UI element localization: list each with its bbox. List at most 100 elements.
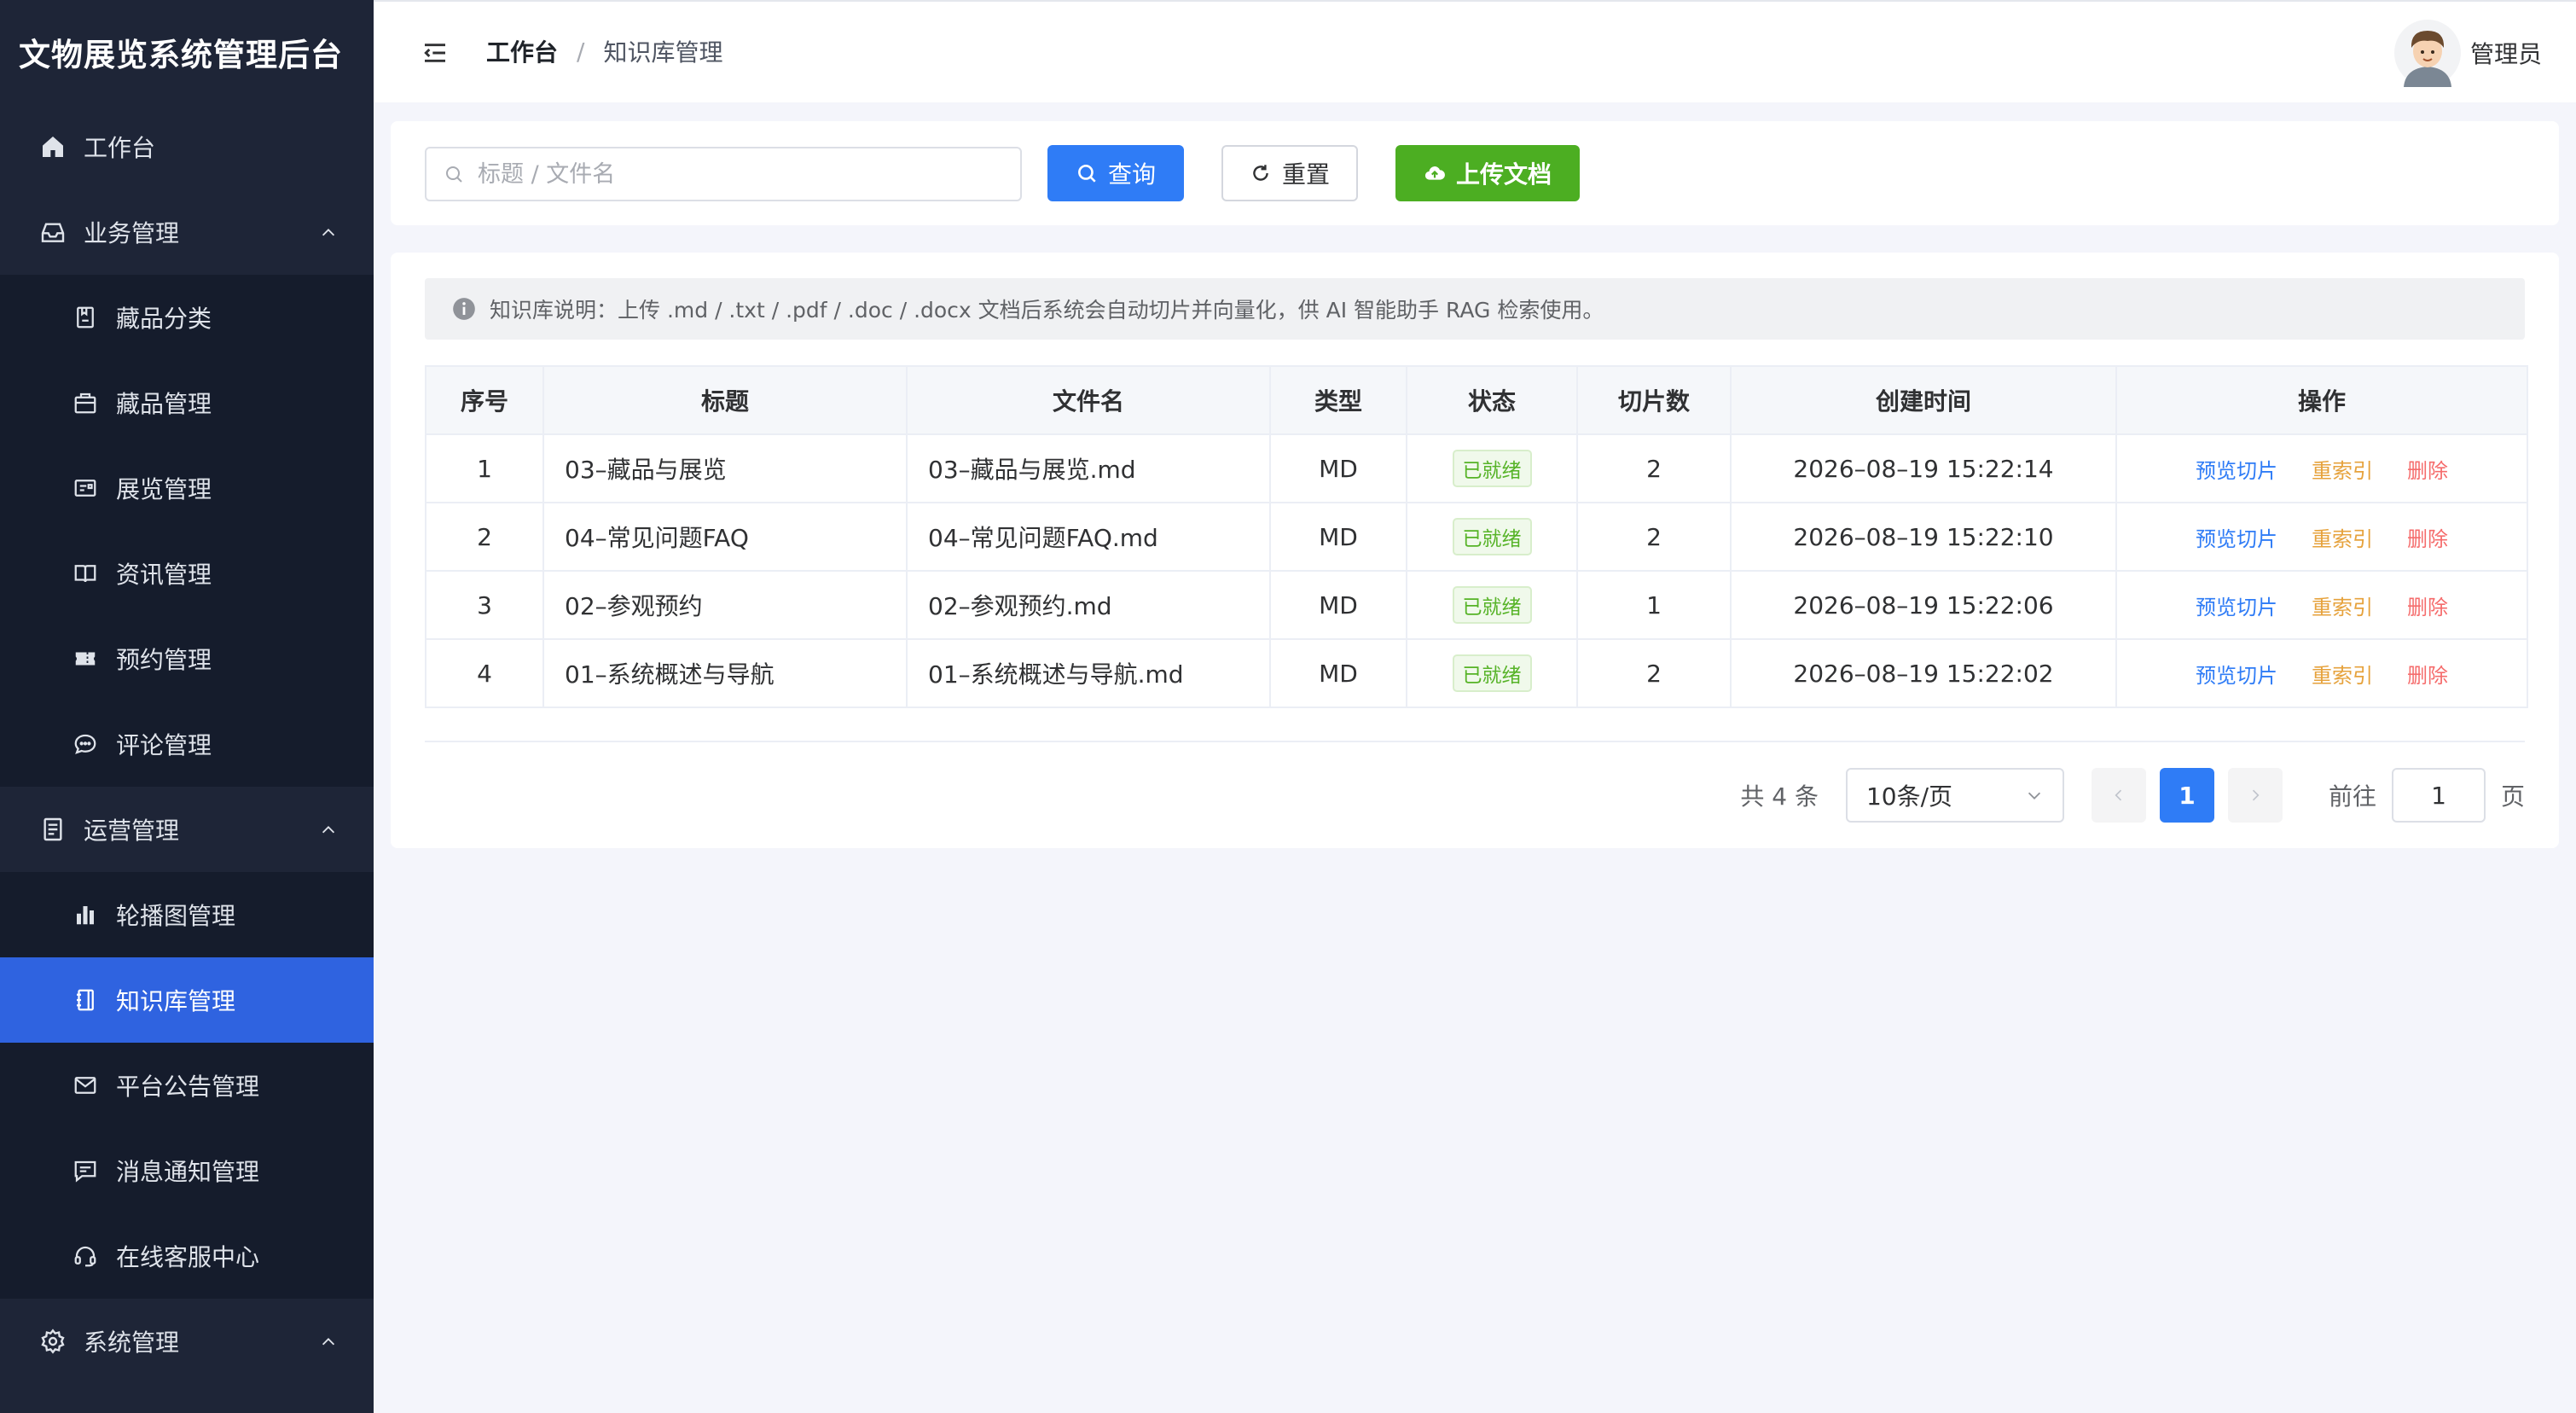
cell-created: 2026–08–19 15:22:10	[1730, 502, 2117, 572]
breadcrumb: 工作台 / 知识库管理	[486, 34, 722, 68]
upload-document-button[interactable]: 上传文档	[1395, 145, 1580, 201]
breadcrumb-home[interactable]: 工作台	[486, 34, 558, 68]
query-button-label: 查询	[1107, 160, 1156, 189]
column-header-created: 创建时间	[1730, 365, 2117, 435]
search-input[interactable]	[476, 160, 991, 189]
cell-status: 已就绪	[1406, 570, 1578, 640]
message-icon	[70, 1070, 101, 1101]
inbox-icon	[38, 217, 68, 247]
search-field[interactable]	[425, 147, 1022, 201]
cell-actions: 预览切片 重索引 删除	[2115, 502, 2528, 572]
delete-button[interactable]: 删除	[2407, 459, 2448, 483]
status-badge: 已就绪	[1452, 586, 1532, 624]
pagination: 共 4 条 10条/页 1 前往 页	[1740, 768, 2525, 823]
notebook-icon	[70, 985, 101, 1015]
preview-chunks-button[interactable]: 预览切片	[2196, 596, 2277, 619]
cell-filename: 04–常见问题FAQ.md	[906, 502, 1271, 572]
histogram-icon	[70, 899, 101, 930]
status-badge: 已就绪	[1452, 654, 1532, 692]
sidebar-item-notifications[interactable]: 消息通知管理	[0, 1128, 374, 1213]
cell-filename: 01–系统概述与导航.md	[906, 638, 1271, 708]
sidebar-item-collection[interactable]: 藏品管理	[0, 360, 374, 445]
cell-status: 已就绪	[1406, 638, 1578, 708]
top-header: 工作台 / 知识库管理 管理员	[374, 0, 2576, 102]
sidebar-item-customer-service[interactable]: 在线客服中心	[0, 1213, 374, 1299]
reindex-button[interactable]: 重索引	[2312, 459, 2373, 483]
query-button[interactable]: 查询	[1047, 145, 1184, 201]
prev-page-button[interactable]	[2091, 768, 2146, 823]
goto-page-input[interactable]	[2391, 768, 2486, 823]
table-row: 2 04–常见问题FAQ 04–常见问题FAQ.md MD 已就绪 2 2026…	[425, 502, 2528, 572]
delete-button[interactable]: 删除	[2407, 527, 2448, 551]
sidebar-item-label: 业务管理	[84, 219, 180, 247]
page-size-value: 10条/页	[1865, 782, 1953, 811]
sidebar-group-operations[interactable]: 运营管理	[0, 787, 374, 872]
chevron-up-icon	[322, 826, 335, 834]
cell-filename: 03–藏品与展览.md	[906, 433, 1271, 503]
table-divider	[425, 741, 2525, 742]
delete-button[interactable]: 删除	[2407, 664, 2448, 688]
sidebar-item-exhibition[interactable]: 展览管理	[0, 445, 374, 531]
sidebar-item-reservation[interactable]: 预约管理	[0, 616, 374, 701]
chevron-up-icon	[322, 229, 335, 236]
user-name: 管理员	[2469, 40, 2542, 68]
sidebar-group-business[interactable]: 业务管理	[0, 189, 374, 275]
collapse-menu-icon[interactable]	[421, 39, 449, 67]
search-panel: 查询 重置 上传文档	[391, 121, 2559, 225]
chevron-right-icon	[2252, 789, 2260, 801]
next-page-button[interactable]	[2227, 768, 2283, 823]
sidebar-item-news[interactable]: 资讯管理	[0, 531, 374, 616]
reindex-button[interactable]: 重索引	[2312, 527, 2373, 551]
cell-created: 2026–08–19 15:22:06	[1730, 570, 2117, 640]
cell-type: MD	[1269, 570, 1407, 640]
ticket-icon	[70, 643, 101, 674]
cell-title: 04–常见问题FAQ	[542, 502, 908, 572]
cell-title: 02–参观预约	[542, 570, 908, 640]
preview-chunks-button[interactable]: 预览切片	[2196, 664, 2277, 688]
sidebar-item-announcements[interactable]: 平台公告管理	[0, 1043, 374, 1128]
page-size-select[interactable]: 10条/页	[1845, 768, 2064, 823]
user-menu[interactable]: 管理员	[2393, 19, 2542, 87]
sidebar-item-label: 消息通知管理	[116, 1158, 260, 1186]
sidebar-item-label: 运营管理	[84, 817, 180, 845]
column-header-index: 序号	[425, 365, 544, 435]
breadcrumb-current: 知识库管理	[603, 38, 723, 67]
refresh-icon	[1253, 165, 1268, 181]
sidebar-item-label: 轮播图管理	[116, 902, 236, 930]
album-icon	[70, 302, 101, 333]
sidebar-item-label: 资讯管理	[116, 561, 212, 589]
page-number-button[interactable]: 1	[2159, 768, 2214, 823]
knowledge-base-notice: 知识库说明：上传 .md / .txt / .pdf / .doc / .doc…	[425, 278, 2525, 340]
sidebar-item-collection-category[interactable]: 藏品分类	[0, 275, 374, 360]
delete-button[interactable]: 删除	[2407, 596, 2448, 619]
cell-type: MD	[1269, 433, 1407, 503]
cell-chunks: 1	[1576, 570, 1732, 640]
column-header-actions: 操作	[2115, 365, 2528, 435]
reset-button[interactable]: 重置	[1221, 145, 1358, 201]
document-icon	[38, 814, 68, 845]
upload-button-label: 上传文档	[1455, 160, 1552, 189]
knowledge-base-table: 序号 标题 文件名 类型 状态 切片数 创建时间 操作 1 03–藏品与展览 0…	[425, 365, 2528, 708]
sidebar-item-label: 评论管理	[116, 731, 212, 759]
reindex-button[interactable]: 重索引	[2312, 664, 2373, 688]
home-icon	[38, 131, 68, 162]
goto-label: 前往	[2328, 782, 2376, 811]
sidebar-item-dashboard[interactable]: 工作台	[0, 104, 374, 189]
page-suffix: 页	[2500, 782, 2525, 811]
sidebar-group-system[interactable]: 系统管理	[0, 1299, 374, 1384]
cell-index: 4	[425, 638, 544, 708]
sidebar-item-comments[interactable]: 评论管理	[0, 701, 374, 787]
sidebar-item-label: 预约管理	[116, 646, 212, 674]
preview-chunks-button[interactable]: 预览切片	[2196, 459, 2277, 483]
table-row: 4 01–系统概述与导航 01–系统概述与导航.md MD 已就绪 2 2026…	[425, 638, 2528, 708]
cell-index: 1	[425, 433, 544, 503]
sidebar-item-knowledge-base[interactable]: 知识库管理	[0, 957, 374, 1043]
cell-chunks: 2	[1576, 502, 1732, 572]
chevron-left-icon	[2115, 789, 2122, 801]
cell-title: 03–藏品与展览	[542, 433, 908, 503]
info-icon	[453, 298, 475, 320]
column-header-status: 状态	[1406, 365, 1578, 435]
reindex-button[interactable]: 重索引	[2312, 596, 2373, 619]
sidebar-item-carousel[interactable]: 轮播图管理	[0, 872, 374, 957]
preview-chunks-button[interactable]: 预览切片	[2196, 527, 2277, 551]
